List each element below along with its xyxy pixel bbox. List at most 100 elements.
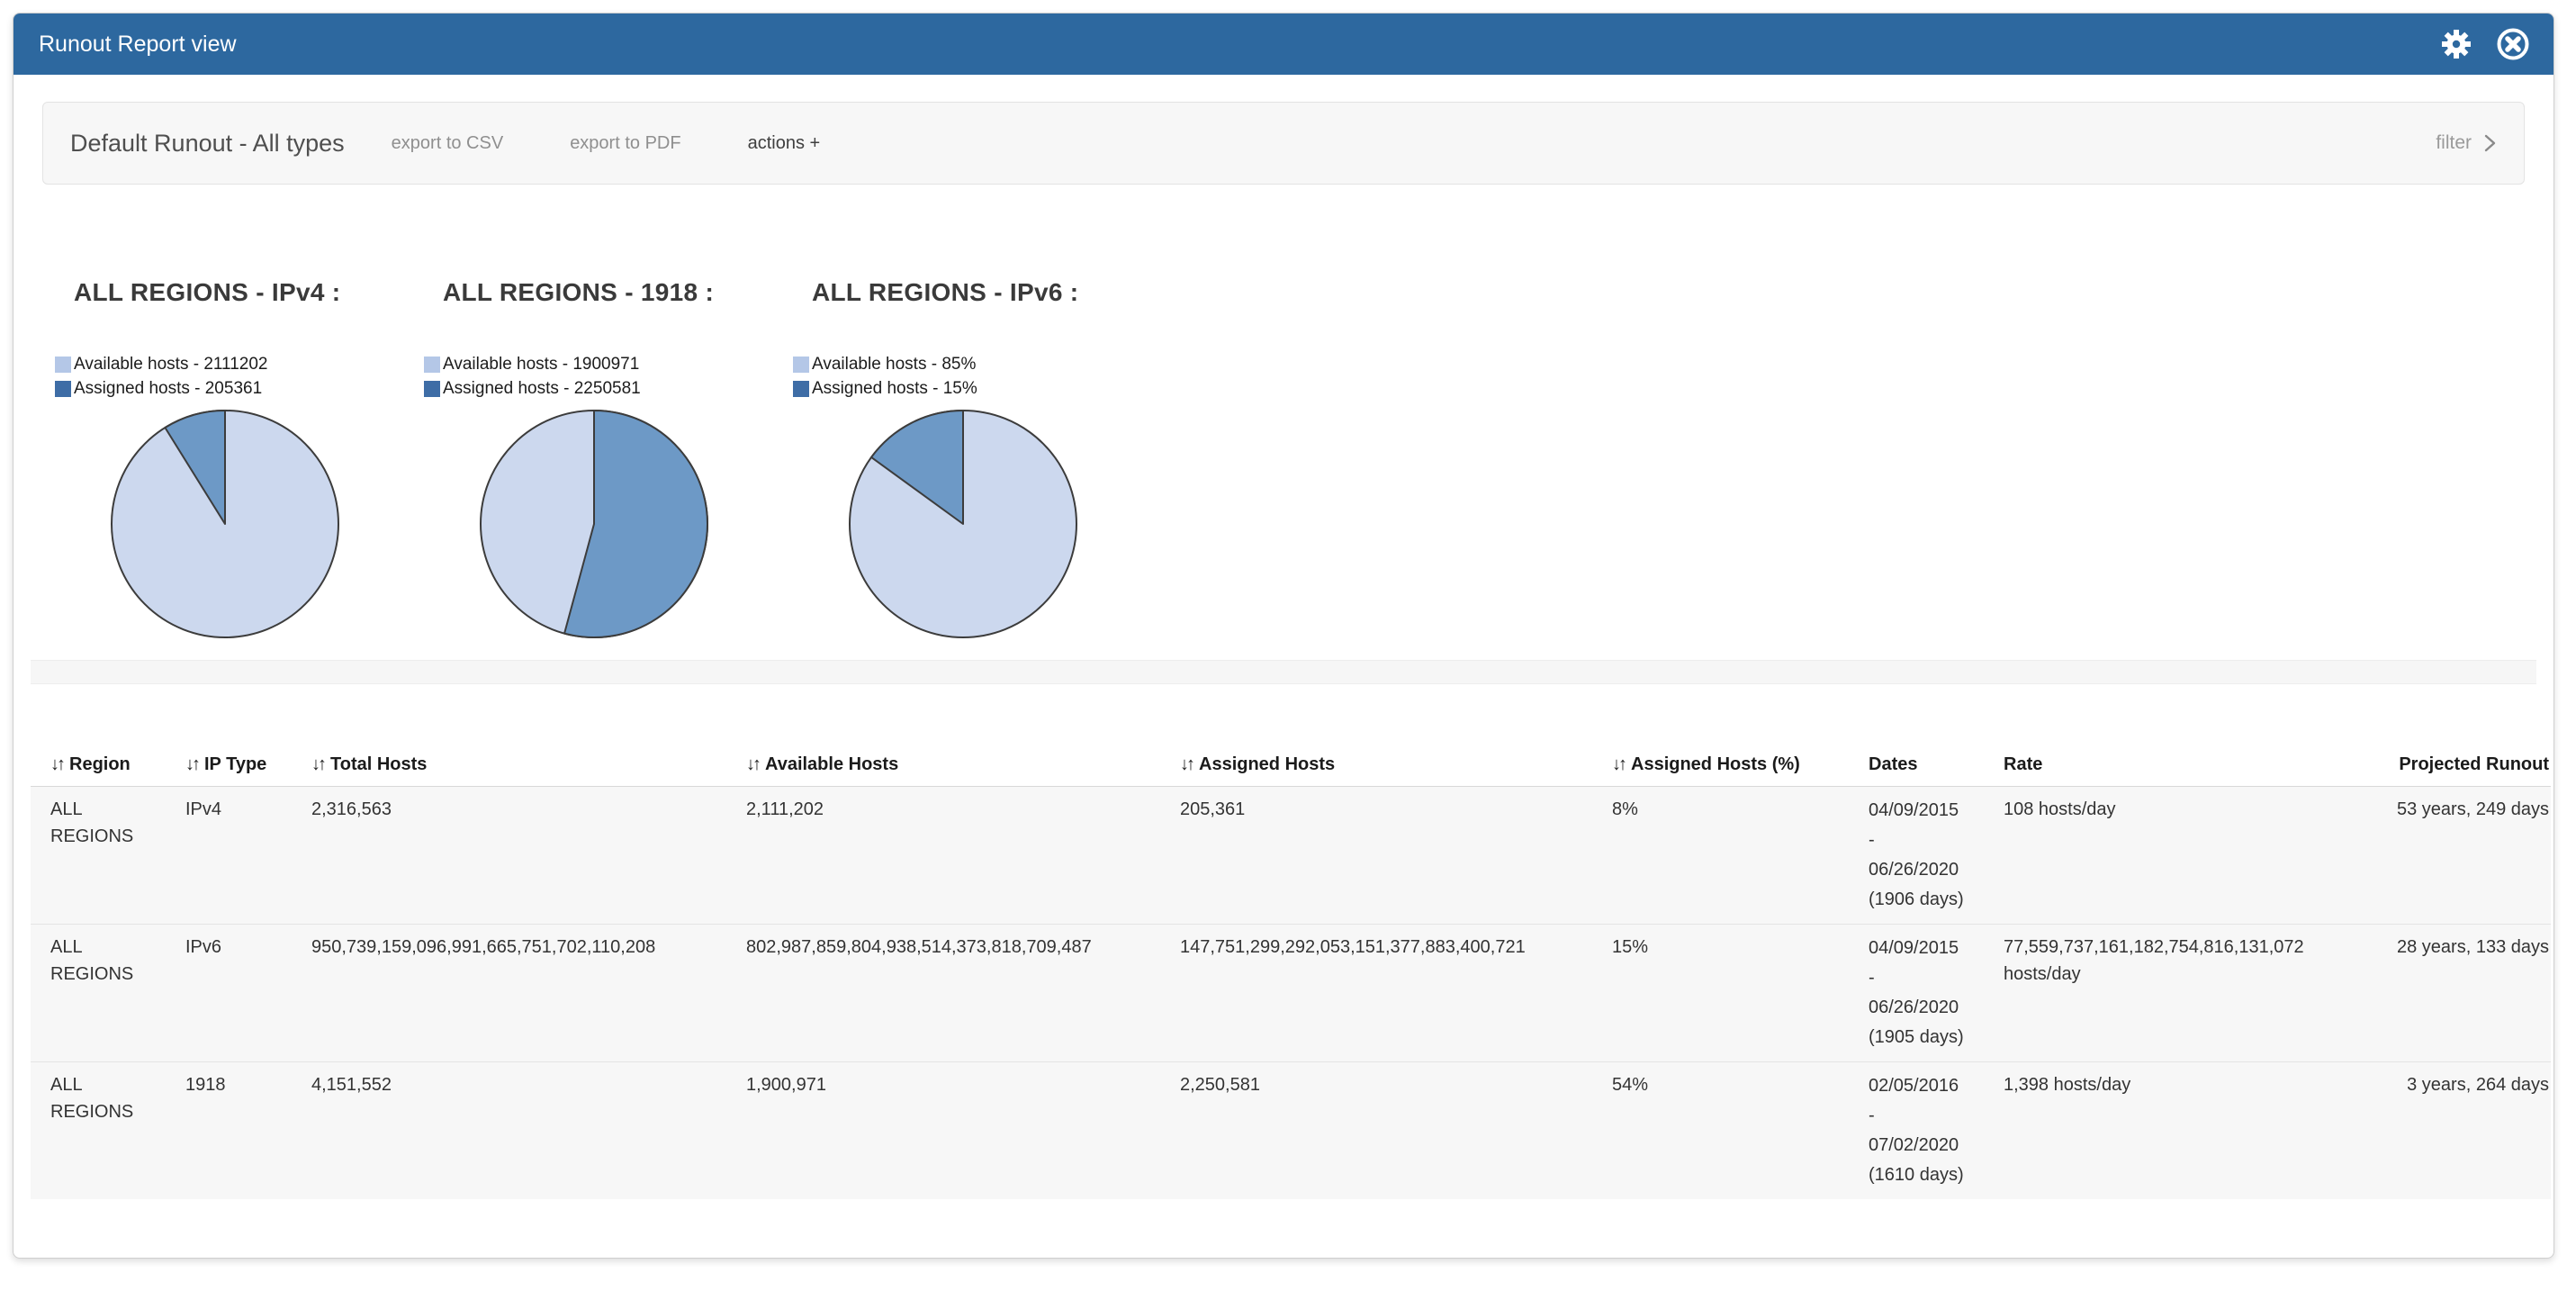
chart-title: ALL REGIONS - IPv6 : — [812, 278, 1162, 307]
cell-total-hosts: 4,151,552 — [292, 1062, 726, 1200]
report-toolbar: Default Runout - All types export to CSV… — [42, 102, 2525, 185]
table-row: ALL REGIONS 1918 4,151,552 1,900,971 2,2… — [31, 1062, 2551, 1200]
cell-dates: 02/05/2016-07/02/2020(1610 days) — [1849, 1062, 1984, 1200]
cell-assigned-hosts: 205,361 — [1160, 787, 1592, 925]
sort-arrows-icon[interactable]: ↓↑ — [311, 754, 324, 774]
cell-available-hosts: 802,987,859,804,938,514,373,818,709,487 — [726, 925, 1160, 1062]
column-label: Region — [69, 754, 131, 774]
date-line: 07/02/2020 — [1869, 1131, 1984, 1160]
column-header-available-hosts[interactable]: ↓↑ Available Hosts — [726, 729, 1160, 787]
legend-swatch-assigned-icon — [424, 381, 440, 397]
chevron-right-icon — [2484, 132, 2497, 154]
cell-rate: 108 hosts/day — [1984, 787, 2366, 925]
cell-projected-runout: 53 years, 249 days — [2366, 787, 2551, 925]
cell-projected-runout: 3 years, 264 days — [2366, 1062, 2551, 1200]
legend-item-available: Available hosts - 2111202 — [55, 352, 424, 376]
cell-assigned-pct: 8% — [1592, 787, 1849, 925]
filter-label: filter — [2436, 132, 2472, 154]
table-row: ALL REGIONS IPv6 950,739,159,096,991,665… — [31, 925, 2551, 1062]
cell-projected-runout: 28 years, 133 days — [2366, 925, 2551, 1062]
column-label: Available Hosts — [765, 754, 898, 774]
filter-toggle[interactable]: filter — [2436, 132, 2497, 154]
grid-divider-strip — [31, 660, 2536, 684]
column-header-total-hosts[interactable]: ↓↑ Total Hosts — [292, 729, 726, 787]
column-label: Total Hosts — [330, 754, 427, 774]
legend-label-assigned: Assigned hosts - 2250581 — [443, 379, 641, 399]
legend-item-available: Available hosts - 1900971 — [424, 352, 793, 376]
cell-ip-type: IPv4 — [166, 787, 292, 925]
cell-total-hosts: 950,739,159,096,991,665,751,702,110,208 — [292, 925, 726, 1062]
legend-swatch-available-icon — [55, 357, 71, 373]
column-header-assigned-hosts[interactable]: ↓↑ Assigned Hosts (%) — [1592, 729, 1849, 787]
window-titlebar: Runout Report view — [14, 14, 2553, 75]
date-line: 04/09/2015 — [1869, 796, 1984, 826]
sort-arrows-icon[interactable]: ↓↑ — [1180, 754, 1193, 774]
chart-title: ALL REGIONS - IPv4 : — [74, 278, 424, 307]
date-line: 06/26/2020 — [1869, 993, 1984, 1023]
column-header-assigned-hosts[interactable]: ↓↑ Assigned Hosts — [1160, 729, 1592, 787]
legend-label-available: Available hosts - 85% — [812, 355, 976, 375]
runout-report-table: ↓↑ Region ↓↑ IP Type ↓↑ Total Hosts ↓↑ Availabl… — [31, 729, 2551, 1199]
cell-assigned-hosts: 2,250,581 — [1160, 1062, 1592, 1200]
export-to-csv-button[interactable]: export to CSV — [392, 133, 504, 154]
report-title: Default Runout - All types — [70, 130, 345, 158]
column-label: Assigned Hosts (%) — [1631, 754, 1800, 774]
pie-chart-block: ALL REGIONS - IPv4 : Available hosts - 2… — [55, 278, 424, 640]
cell-total-hosts: 2,316,563 — [292, 787, 726, 925]
legend-swatch-assigned-icon — [55, 381, 71, 397]
cell-available-hosts: 1,900,971 — [726, 1062, 1160, 1200]
pie-chart-block: ALL REGIONS - 1918 : Available hosts - 1… — [424, 278, 793, 640]
titlebar-icons — [2440, 27, 2530, 61]
chart-legend: Available hosts - 85% Assigned hosts - 1… — [793, 352, 1162, 401]
column-label: IP Type — [204, 754, 266, 774]
date-line: - — [1869, 826, 1984, 855]
date-line: 02/05/2016 — [1869, 1071, 1984, 1101]
legend-label-available: Available hosts - 1900971 — [443, 355, 639, 375]
cell-region: ALL REGIONS — [31, 787, 166, 925]
sort-arrows-icon[interactable]: ↓↑ — [746, 754, 759, 774]
sort-arrows-icon[interactable]: ↓↑ — [50, 754, 63, 774]
column-header-rate: Rate — [1984, 729, 2366, 787]
column-label: Assigned Hosts — [1199, 754, 1335, 774]
date-line: (1906 days) — [1869, 885, 1984, 915]
date-line: (1610 days) — [1869, 1160, 1984, 1190]
legend-item-assigned: Assigned hosts - 15% — [793, 376, 1162, 401]
cell-available-hosts: 2,111,202 — [726, 787, 1160, 925]
legend-swatch-assigned-icon — [793, 381, 809, 397]
cell-ip-type: 1918 — [166, 1062, 292, 1200]
close-circle-x-icon[interactable] — [2496, 27, 2530, 61]
export-to-pdf-button[interactable]: export to PDF — [570, 133, 680, 154]
actions-menu-button[interactable]: actions + — [748, 133, 821, 154]
gear-icon[interactable] — [2440, 28, 2472, 60]
legend-swatch-available-icon — [793, 357, 809, 373]
window-title: Runout Report view — [39, 32, 237, 58]
cell-ip-type: IPv6 — [166, 925, 292, 1062]
date-line: 04/09/2015 — [1869, 934, 1984, 963]
column-header-projected-runout: Projected Runout — [2366, 729, 2551, 787]
date-line: (1905 days) — [1869, 1023, 1984, 1052]
column-header-ip-type[interactable]: ↓↑ IP Type — [166, 729, 292, 787]
column-label: Rate — [2004, 754, 2042, 774]
pie-chart — [847, 408, 1079, 640]
pie-chart-block: ALL REGIONS - IPv6 : Available hosts - 8… — [793, 278, 1162, 640]
cell-dates: 04/09/2015-06/26/2020(1906 days) — [1849, 787, 1984, 925]
chart-legend: Available hosts - 1900971 Assigned hosts… — [424, 352, 793, 401]
chart-title: ALL REGIONS - 1918 : — [443, 278, 793, 307]
cell-region: ALL REGIONS — [31, 925, 166, 1062]
cell-assigned-hosts: 147,751,299,292,053,151,377,883,400,721 — [1160, 925, 1592, 1062]
legend-label-assigned: Assigned hosts - 205361 — [74, 379, 262, 399]
pie-charts-row: ALL REGIONS - IPv4 : Available hosts - 2… — [14, 185, 2553, 640]
cell-dates: 04/09/2015-06/26/2020(1905 days) — [1849, 925, 1984, 1062]
date-line: - — [1869, 1101, 1984, 1131]
pie-chart — [478, 408, 710, 640]
cell-rate: 77,559,737,161,182,754,816,131,072 hosts… — [1984, 925, 2366, 1062]
legend-label-assigned: Assigned hosts - 15% — [812, 379, 977, 399]
column-header-region[interactable]: ↓↑ Region — [31, 729, 166, 787]
sort-arrows-icon[interactable]: ↓↑ — [185, 754, 198, 774]
column-label: Dates — [1869, 754, 1917, 774]
legend-item-assigned: Assigned hosts - 205361 — [55, 376, 424, 401]
table-row: ALL REGIONS IPv4 2,316,563 2,111,202 205… — [31, 787, 2551, 925]
column-header-dates: Dates — [1849, 729, 1984, 787]
sort-arrows-icon[interactable]: ↓↑ — [1612, 754, 1625, 774]
cell-region: ALL REGIONS — [31, 1062, 166, 1200]
